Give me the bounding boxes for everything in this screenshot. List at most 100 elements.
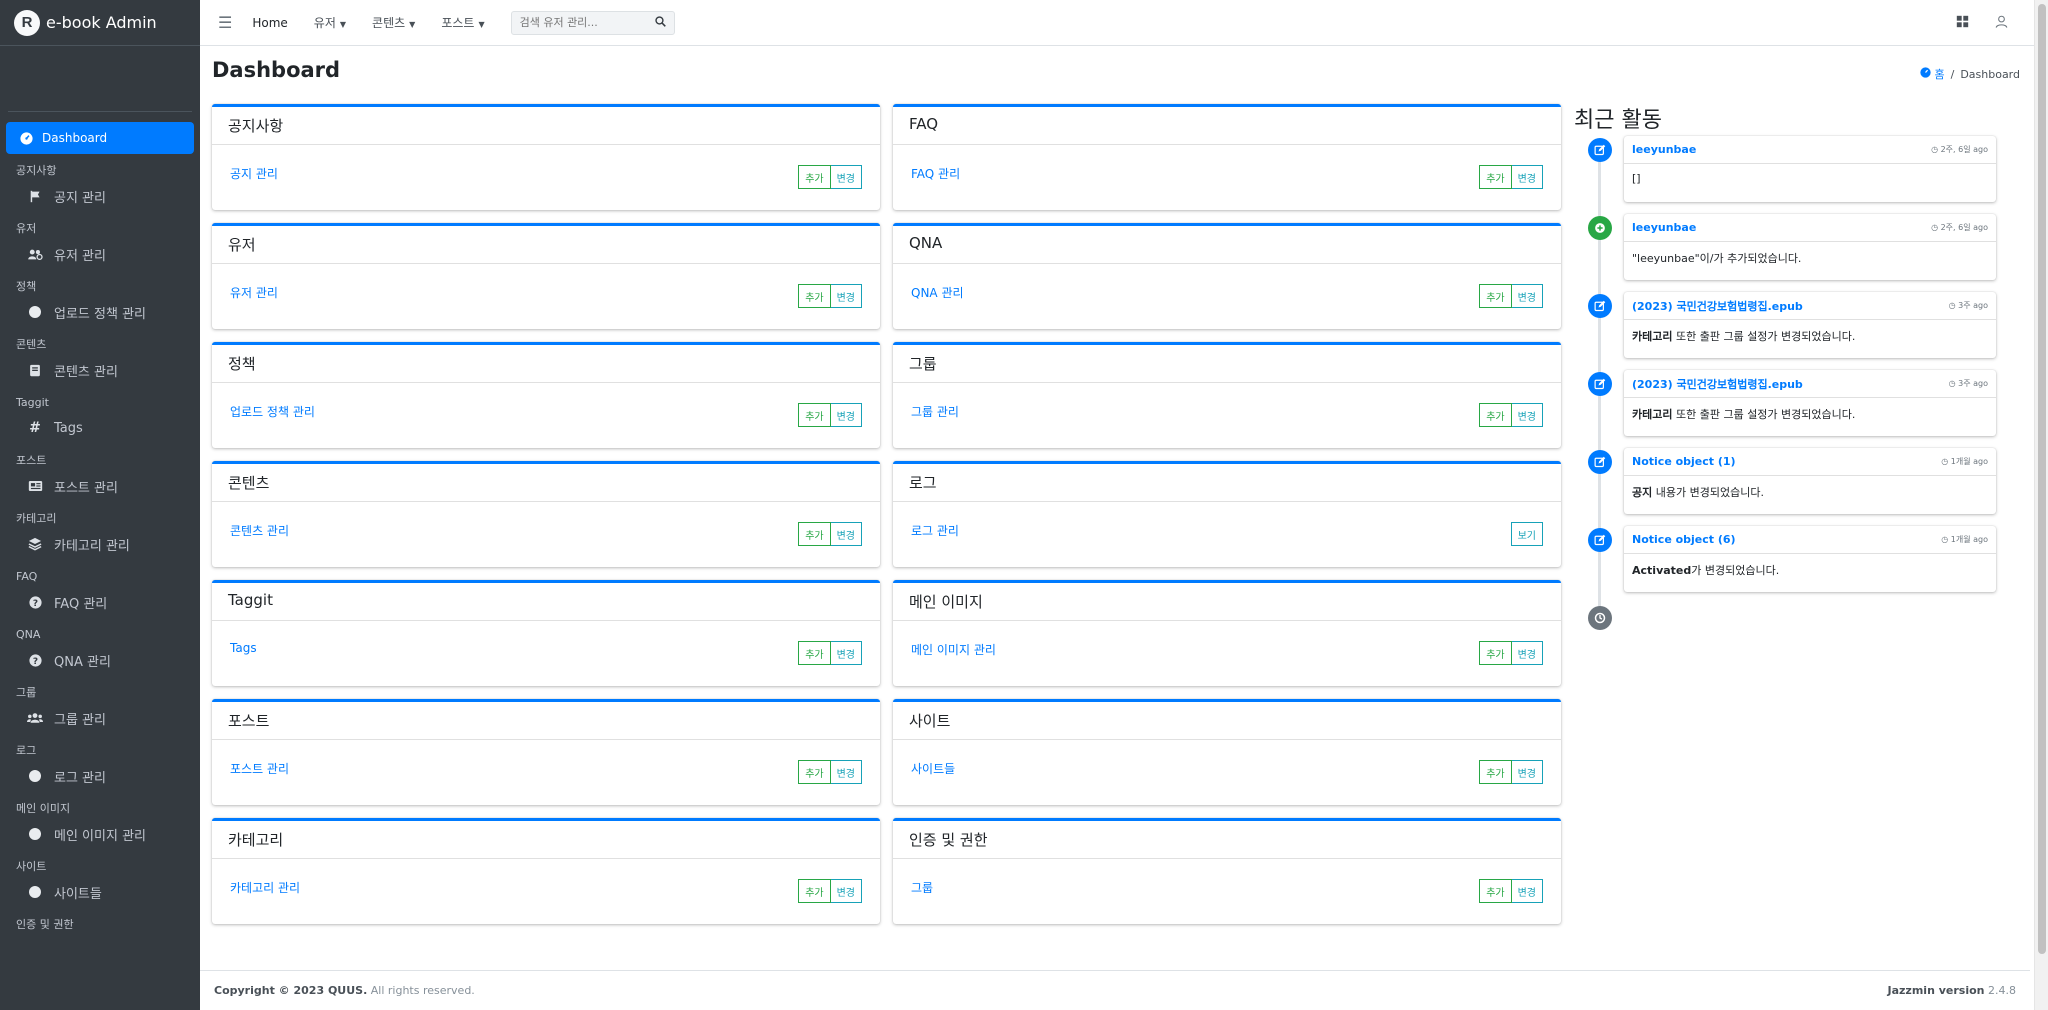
menu-toggle-icon[interactable]: ☰ bbox=[218, 13, 232, 32]
timeline-object-link[interactable]: leeyunbae bbox=[1632, 221, 1696, 234]
card-title: QNA bbox=[893, 226, 1561, 264]
nav-users-dropdown[interactable]: 유저 ▼ bbox=[314, 14, 346, 31]
timeline-body: Activated가 변경되었습니다. bbox=[1632, 564, 1780, 577]
model-link[interactable]: 업로드 정책 관리 bbox=[230, 403, 315, 420]
sidebar: R e-book Admin Dashboard 공지사항 공지 관리 유저 유저 관… bbox=[0, 0, 200, 1010]
card-title: 그룹 bbox=[893, 345, 1561, 383]
timeline-header: (2023) 국민건강보험법령집.epub ◷ 3주 ago bbox=[1624, 292, 1996, 320]
change-button[interactable]: 변경 bbox=[830, 879, 862, 903]
model-link[interactable]: FAQ 관리 bbox=[911, 165, 960, 182]
model-link[interactable]: 그룹 관리 bbox=[911, 403, 959, 420]
add-button[interactable]: 추가 bbox=[798, 284, 831, 308]
tachometer-icon bbox=[18, 131, 34, 145]
sidebar-nav: Dashboard 공지사항 공지 관리 유저 유저 관리 정책 업로드 정책 관리 콘텐츠… bbox=[0, 112, 200, 936]
change-button[interactable]: 변경 bbox=[1511, 760, 1543, 784]
nav-posts-dropdown[interactable]: 포스트 ▼ bbox=[441, 14, 484, 31]
sidebar-item-label: QNA 관리 bbox=[54, 654, 111, 670]
timeline-time: ◷ 1개월 ago bbox=[1941, 457, 1988, 466]
model-link[interactable]: 유저 관리 bbox=[230, 284, 278, 301]
breadcrumb-home[interactable]: 홈 bbox=[1920, 66, 1945, 82]
app-card: 카테고리카테고리 관리 추가 변경 bbox=[212, 818, 880, 924]
scrollbar-thumb[interactable] bbox=[2038, 4, 2046, 954]
model-link[interactable]: QNA 관리 bbox=[911, 284, 964, 301]
tachometer-icon bbox=[1920, 67, 1931, 81]
footer-copyright: Copyright © 2023 QUUS. All rights reserv… bbox=[214, 984, 475, 997]
change-button[interactable]: 변경 bbox=[830, 165, 862, 189]
change-button[interactable]: 변경 bbox=[1511, 165, 1543, 189]
sidebar-item-label: 카테고리 관리 bbox=[54, 538, 130, 554]
app-card: 포스트 포스트 관리 추가 변경 bbox=[212, 699, 880, 805]
model-link[interactable]: 그룹 bbox=[911, 879, 933, 896]
card-title: 인증 및 권한 bbox=[893, 821, 1561, 859]
model-link[interactable]: 포스트 관리 bbox=[230, 760, 289, 777]
change-button[interactable]: 변경 bbox=[1511, 284, 1543, 308]
add-button[interactable]: 추가 bbox=[1479, 879, 1512, 903]
card-title: FAQ bbox=[893, 107, 1561, 145]
add-button[interactable]: 추가 bbox=[798, 165, 831, 189]
timeline-object-link[interactable]: Notice object (1) bbox=[1632, 455, 1736, 468]
change-button[interactable]: 변경 bbox=[830, 760, 862, 784]
model-link[interactable]: 콘텐츠 관리 bbox=[230, 522, 289, 539]
footer-company-link[interactable]: QUUS. bbox=[328, 984, 367, 997]
nav-home-link[interactable]: Home bbox=[252, 16, 287, 30]
timeline-body: [] bbox=[1632, 172, 1641, 185]
timeline-object-link[interactable]: leeyunbae bbox=[1632, 143, 1696, 156]
brand-link[interactable]: R e-book Admin bbox=[0, 0, 200, 46]
change-button[interactable]: 변경 bbox=[1511, 641, 1543, 665]
grid-icon[interactable] bbox=[1956, 15, 1969, 32]
search-icon[interactable] bbox=[648, 15, 674, 30]
sidebar-item-dashboard[interactable]: Dashboard bbox=[6, 122, 194, 154]
nav-contents-dropdown[interactable]: 콘텐츠 ▼ bbox=[372, 14, 415, 31]
sidebar-item-label: 콘텐츠 관리 bbox=[54, 364, 118, 380]
add-button[interactable]: 추가 bbox=[798, 879, 831, 903]
add-button[interactable]: 추가 bbox=[798, 403, 831, 427]
vertical-scrollbar[interactable] bbox=[2034, 0, 2048, 1010]
add-button[interactable]: 추가 bbox=[798, 760, 831, 784]
search-input[interactable] bbox=[511, 16, 648, 29]
change-button[interactable]: 변경 bbox=[830, 522, 862, 546]
model-link[interactable]: 공지 관리 bbox=[230, 165, 278, 182]
model-link[interactable]: 카테고리 관리 bbox=[230, 879, 300, 896]
timeline-body: 공지 내용가 변경되었습니다. bbox=[1632, 486, 1764, 499]
model-link[interactable]: Tags bbox=[230, 641, 257, 655]
add-button[interactable]: 추가 bbox=[1479, 760, 1512, 784]
clock-icon: ◷ bbox=[1948, 301, 1959, 310]
add-button[interactable]: 추가 bbox=[1479, 165, 1512, 189]
card-actions: 보기 bbox=[1510, 522, 1543, 546]
view-button[interactable]: 보기 bbox=[1510, 522, 1543, 546]
user-icon[interactable] bbox=[1995, 15, 2008, 32]
model-link[interactable]: 로그 관리 bbox=[911, 522, 959, 539]
circle-icon bbox=[26, 828, 44, 840]
add-button[interactable]: 추가 bbox=[1479, 403, 1512, 427]
add-button[interactable]: 추가 bbox=[1479, 284, 1512, 308]
plus-circle-icon bbox=[1588, 216, 1612, 240]
add-button[interactable]: 추가 bbox=[798, 522, 831, 546]
sidebar-item-label: 로그 관리 bbox=[54, 770, 106, 786]
breadcrumb: 홈 / Dashboard bbox=[1920, 66, 2020, 82]
newspaper-icon bbox=[26, 480, 44, 492]
change-button[interactable]: 변경 bbox=[1511, 879, 1543, 903]
card-actions: 추가 변경 bbox=[798, 760, 862, 784]
model-link[interactable]: 메인 이미지 관리 bbox=[911, 641, 996, 658]
change-button[interactable]: 변경 bbox=[1511, 403, 1543, 427]
timeline-object-link[interactable]: (2023) 국민건강보험법령집.epub bbox=[1632, 376, 1803, 392]
add-button[interactable]: 추가 bbox=[798, 641, 831, 665]
app-card: 공지사항 공지 관리 추가 변경 bbox=[212, 104, 880, 210]
change-button[interactable]: 변경 bbox=[830, 403, 862, 427]
sidebar-item-label: 그룹 관리 bbox=[54, 712, 106, 728]
caret-down-icon: ▼ bbox=[409, 20, 416, 29]
model-link[interactable]: 사이트들 bbox=[911, 760, 955, 777]
breadcrumb-current: Dashboard bbox=[1960, 67, 2020, 81]
timeline-object-link[interactable]: (2023) 국민건강보험법령집.epub bbox=[1632, 298, 1803, 314]
edit-icon bbox=[1588, 450, 1612, 474]
add-button[interactable]: 추가 bbox=[1479, 641, 1512, 665]
timeline-time: ◷ 3주 ago bbox=[1948, 379, 1988, 388]
card-actions: 추가 변경 bbox=[798, 879, 862, 903]
card-title: 카테고리 bbox=[212, 821, 880, 859]
change-button[interactable]: 변경 bbox=[830, 641, 862, 665]
timeline-header: Notice object (1) ◷ 1개월 ago bbox=[1624, 448, 1996, 476]
change-button[interactable]: 변경 bbox=[830, 284, 862, 308]
card-actions: 추가 변경 bbox=[1479, 165, 1543, 189]
svg-text:?: ? bbox=[32, 656, 37, 666]
timeline-object-link[interactable]: Notice object (6) bbox=[1632, 533, 1736, 546]
